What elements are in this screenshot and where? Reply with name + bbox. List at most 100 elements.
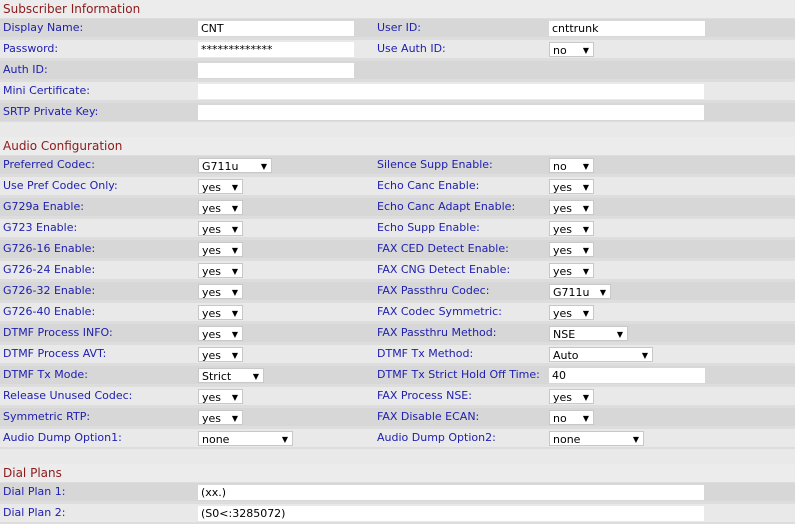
audio-right-select[interactable]: G711u ▼ [549,284,611,299]
audio-left-select[interactable]: yes ▼ [198,347,243,362]
audio-left-select[interactable]: yes ▼ [198,242,243,257]
audio-left-value: yes [202,286,222,299]
audio-left-label: G726-40 Enable: [3,305,96,318]
audio-left-label: Audio Dump Option1: [3,431,122,444]
chevron-down-icon: ▼ [231,309,238,318]
chevron-down-icon: ▼ [260,162,267,171]
chevron-down-icon: ▼ [582,183,589,192]
audio-right-label: FAX CNG Detect Enable: [377,263,511,276]
audio-left-label: Symmetric RTP: [3,410,91,423]
chevron-down-icon: ▼ [599,288,606,297]
audio-row: G726-24 Enable: yes ▼ FAX CNG Detect Enable… [0,261,795,279]
audio-right-select[interactable]: no ▼ [549,410,594,425]
mini-cert-field[interactable] [198,84,704,99]
chevron-down-icon: ▼ [641,351,648,360]
audio-right-value: Auto [553,349,579,362]
dial-plan-2-label: Dial Plan 2: [3,506,66,519]
chevron-down-icon: ▼ [231,288,238,297]
audio-left-value: yes [202,349,222,362]
audio-right-select[interactable]: NSE ▼ [549,326,628,341]
audio-row: Audio Dump Option1: none ▼ Audio Dump Optio… [0,429,795,447]
sip-settings-page: Subscriber Information Display Name: Use… [0,0,795,524]
display-name-field[interactable] [198,21,354,36]
audio-right-value: yes [553,307,573,320]
chevron-down-icon: ▼ [252,372,259,381]
audio-left-select[interactable]: yes ▼ [198,410,243,425]
chevron-down-icon: ▼ [582,162,589,171]
audio-right-select[interactable]: none ▼ [549,431,644,446]
srtp-field[interactable] [198,105,704,120]
audio-row: DTMF Tx Mode: Strict ▼ DTMF Tx Strict Hold … [0,366,795,384]
subscriber-section-title: Subscriber Information [0,0,795,18]
audio-right-select[interactable]: yes ▼ [549,305,594,320]
chevron-down-icon: ▼ [582,46,589,55]
audio-right-value: none [553,433,581,446]
audio-row: Use Pref Codec Only: yes ▼ Echo Canc Enable… [0,177,795,195]
dial-plan-2-field[interactable] [198,506,704,521]
audio-right-select[interactable]: yes ▼ [549,389,594,404]
audio-left-value: yes [202,307,222,320]
audio-row: Release Unused Codec: yes ▼ FAX Process NSE… [0,387,795,405]
row-auth-id: Auth ID: [0,61,795,79]
audio-left-value: yes [202,244,222,257]
audio-left-select[interactable]: Strict ▼ [198,368,264,383]
dtmf-hold-off-time-field[interactable] [549,368,705,383]
audio-right-value: yes [553,244,573,257]
audio-left-select[interactable]: yes ▼ [198,263,243,278]
audio-right-select[interactable]: Auto ▼ [549,347,653,362]
audio-left-select[interactable]: yes ▼ [198,284,243,299]
audio-left-select[interactable]: yes ▼ [198,326,243,341]
chevron-down-icon: ▼ [231,204,238,213]
audio-left-value: none [202,433,230,446]
audio-right-select[interactable]: yes ▼ [549,179,594,194]
audio-left-select[interactable]: yes ▼ [198,389,243,404]
chevron-down-icon: ▼ [231,330,238,339]
audio-left-value: yes [202,391,222,404]
chevron-down-icon: ▼ [231,414,238,423]
audio-right-label: FAX CED Detect Enable: [377,242,509,255]
audio-left-select[interactable]: none ▼ [198,431,293,446]
audio-left-value: G711u [202,160,239,173]
dial-plan-1-field[interactable] [198,485,704,500]
row-dial-plan-2: Dial Plan 2: [0,504,795,522]
auth-id-field[interactable] [198,63,354,78]
audio-right-label: FAX Process NSE: [377,389,472,402]
audio-right-select[interactable]: yes ▼ [549,200,594,215]
audio-right-label: Echo Canc Enable: [377,179,480,192]
chevron-down-icon: ▼ [632,435,639,444]
audio-right-select[interactable]: no ▼ [549,158,594,173]
audio-left-select[interactable]: yes ▼ [198,221,243,236]
audio-right-label: FAX Passthru Codec: [377,284,490,297]
audio-row: G726-32 Enable: yes ▼ FAX Passthru Codec: G7… [0,282,795,300]
audio-right-select[interactable]: yes ▼ [549,263,594,278]
use-auth-id-select[interactable]: no ▼ [549,42,594,57]
audio-right-label: DTMF Tx Strict Hold Off Time: [377,368,540,381]
audio-right-select[interactable]: yes ▼ [549,242,594,257]
audio-right-value: no [553,412,567,425]
audio-left-label: G729a Enable: [3,200,84,213]
audio-left-select[interactable]: G711u ▼ [198,158,272,173]
chevron-down-icon: ▼ [582,393,589,402]
audio-right-value: yes [553,391,573,404]
chevron-down-icon: ▼ [582,204,589,213]
chevron-down-icon: ▼ [582,246,589,255]
audio-right-select[interactable]: yes ▼ [549,221,594,236]
audio-right-label: FAX Disable ECAN: [377,410,480,423]
chevron-down-icon: ▼ [231,267,238,276]
user-id-field[interactable] [549,21,705,36]
audio-right-label: Audio Dump Option2: [377,431,496,444]
audio-left-select[interactable]: yes ▼ [198,305,243,320]
audio-row: G723 Enable: yes ▼ Echo Supp Enable: yes ▼ [0,219,795,237]
chevron-down-icon: ▼ [582,309,589,318]
audio-left-label: G726-32 Enable: [3,284,96,297]
row-mini-cert: Mini Certificate: [0,82,795,100]
audio-left-label: Release Unused Codec: [3,389,133,402]
row-srtp: SRTP Private Key: [0,103,795,121]
chevron-down-icon: ▼ [231,351,238,360]
password-field[interactable] [198,42,354,57]
password-label: Password: [3,42,59,55]
audio-left-select[interactable]: yes ▼ [198,200,243,215]
audio-left-select[interactable]: yes ▼ [198,179,243,194]
audio-left-value: yes [202,265,222,278]
audio-right-value: yes [553,181,573,194]
